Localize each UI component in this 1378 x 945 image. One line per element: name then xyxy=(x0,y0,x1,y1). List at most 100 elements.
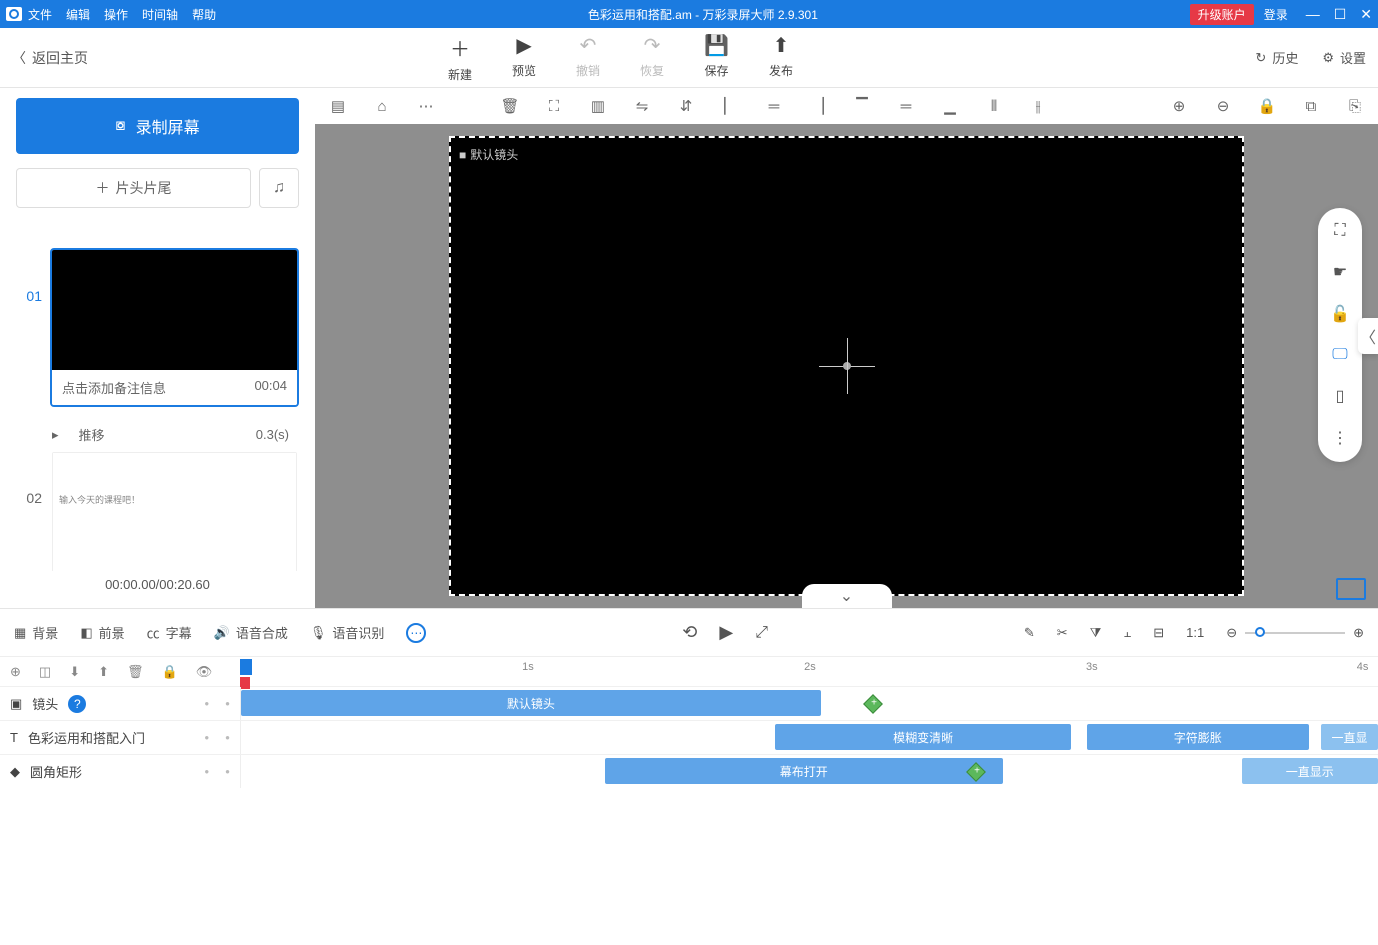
expand-button[interactable]: ⤢ xyxy=(755,624,768,642)
zoom-in-button[interactable]: ⊕ xyxy=(1170,97,1188,115)
download-icon[interactable]: ⬇ xyxy=(69,664,80,680)
tool-align-l[interactable]: ▏ xyxy=(721,97,739,115)
mobile-icon[interactable]: ▯ xyxy=(1336,386,1345,406)
tool-align-b[interactable]: ▁ xyxy=(941,97,959,115)
fullscreen-icon[interactable]: ⛶ xyxy=(1334,222,1345,240)
add-track-icon[interactable]: ⊕ xyxy=(10,664,21,680)
tool-align-left[interactable]: ▤ xyxy=(329,97,347,115)
pointer-icon[interactable]: ☛ xyxy=(1333,262,1347,282)
transition-row[interactable]: ▸推移0.3(s) xyxy=(16,419,299,450)
tool-flip-v[interactable]: ⇵ xyxy=(677,97,695,115)
menu-edit[interactable]: 编辑 xyxy=(66,6,90,23)
expand-down-button[interactable]: ⌄ xyxy=(802,584,892,608)
play-button[interactable]: ▶ xyxy=(719,622,733,643)
minimize-button[interactable]: ― xyxy=(1306,6,1320,23)
cut-icon[interactable]: ✂ xyxy=(1057,625,1068,641)
keyframe-dot[interactable]: ● xyxy=(204,733,209,742)
menu-action[interactable]: 操作 xyxy=(104,6,128,23)
action-新建[interactable]: ＋新建 xyxy=(448,33,472,83)
paste-button[interactable]: ⎘ xyxy=(1346,98,1364,115)
menu-timeline[interactable]: 时间轴 xyxy=(142,6,178,23)
canvas-stage[interactable]: ■ 默认镜头 ⌄ xyxy=(315,124,1378,608)
asr-button[interactable]: 🎙语音识别 xyxy=(310,623,385,642)
intro-outro-button[interactable]: ＋ 片头片尾 xyxy=(16,168,251,208)
help-icon[interactable]: ? xyxy=(68,695,86,713)
zoom-out-button[interactable]: ⊖ xyxy=(1214,97,1232,115)
more-dots-icon[interactable]: ⋮ xyxy=(1332,428,1348,448)
zoom-out-icon[interactable]: ⊖ xyxy=(1226,625,1237,641)
login-button[interactable]: 登录 xyxy=(1264,6,1288,23)
timeline-clip[interactable]: 一直显 xyxy=(1321,724,1378,750)
upgrade-button[interactable]: 升级账户 xyxy=(1190,4,1254,25)
scene-note[interactable]: 点击添加备注信息 xyxy=(62,378,166,397)
trash-icon[interactable]: 🗑 xyxy=(127,664,144,680)
expand-right-button[interactable]: 〈 xyxy=(1358,318,1378,354)
keyframe-dot[interactable]: ● xyxy=(225,699,230,708)
action-保存[interactable]: 💾保存 xyxy=(704,33,729,83)
tool-dist-v[interactable]: ⫲ xyxy=(1029,98,1047,115)
keyframe-dot[interactable]: ● xyxy=(204,699,209,708)
tool-align-t[interactable]: ▔ xyxy=(853,97,871,115)
tool-home[interactable]: ⌂ xyxy=(373,98,391,115)
menu-file[interactable]: 文件 xyxy=(28,6,52,23)
tool-dist-h[interactable]: ⫴ xyxy=(985,98,1003,115)
track-content[interactable]: 模糊变清晰字符膨胀一直显 xyxy=(240,721,1378,754)
rewind-button[interactable]: ⟲ xyxy=(682,622,697,643)
tool-more[interactable]: ⋯ xyxy=(417,97,435,115)
menu-help[interactable]: 帮助 xyxy=(192,6,216,23)
zoom-in-icon[interactable]: ⊕ xyxy=(1353,625,1364,641)
tool-columns[interactable]: ▥ xyxy=(589,97,607,115)
scene-card[interactable]: 点击添加备注信息00:04 xyxy=(50,248,299,407)
music-button[interactable]: ♫ xyxy=(259,168,299,208)
tool-crop[interactable]: ⛶ xyxy=(545,98,563,115)
track-content[interactable]: 幕布打开 一直显示 xyxy=(240,755,1378,788)
timeline-ruler[interactable]: 1s2s3s4s xyxy=(240,657,1368,686)
add-keyframe-button[interactable] xyxy=(863,694,883,714)
bg-button[interactable]: ▦背景 xyxy=(14,623,58,642)
copy-button[interactable]: ⧉ xyxy=(1302,98,1320,115)
ratio-icon[interactable]: ⊟ xyxy=(1153,625,1164,641)
close-button[interactable]: ✕ xyxy=(1360,6,1372,23)
adjust-icon[interactable]: ⫠ xyxy=(1123,625,1131,641)
zoom-slider[interactable] xyxy=(1245,632,1345,634)
tool-align-c[interactable]: ═ xyxy=(765,98,783,115)
back-home-button[interactable]: 〈 返回主页 xyxy=(12,48,88,68)
tool-align-m[interactable]: ═ xyxy=(897,98,915,115)
timeline-clip[interactable]: 一直显示 xyxy=(1242,758,1378,784)
scene-card[interactable]: 输入今天的课程吧！ xyxy=(50,450,299,571)
playhead[interactable] xyxy=(240,659,252,689)
keyframe-dot[interactable]: ● xyxy=(204,767,209,776)
keyframe-dot[interactable]: ● xyxy=(225,767,230,776)
track-content[interactable]: 默认镜头 xyxy=(240,687,1378,720)
eye-icon[interactable]: 👁 xyxy=(196,664,213,680)
maximize-button[interactable]: ☐ xyxy=(1334,6,1347,23)
subtitle-button[interactable]: ㏄字幕 xyxy=(147,623,192,642)
tool-flip-h[interactable]: ⇋ xyxy=(633,97,651,115)
fit-icon[interactable]: 1:1 xyxy=(1186,625,1204,640)
record-screen-button[interactable]: ⧇ 录制屏幕 xyxy=(16,98,299,154)
camera-label-text: 默认镜头 xyxy=(470,146,518,163)
filter-icon[interactable]: ⧩ xyxy=(1090,625,1102,641)
timeline-clip[interactable]: 幕布打开 xyxy=(605,758,1003,784)
action-预览[interactable]: ▶预览 xyxy=(512,33,536,83)
history-button[interactable]: ↻ 历史 xyxy=(1255,48,1298,67)
tool-delete[interactable]: 🗑 xyxy=(501,97,519,115)
lock-button[interactable]: 🔒 xyxy=(1258,97,1276,115)
tool-align-r[interactable]: ▕ xyxy=(809,97,827,115)
upload-icon[interactable]: ⬆ xyxy=(98,664,109,680)
more-button[interactable]: ⋯ xyxy=(406,623,426,643)
folder-icon[interactable]: ◫ xyxy=(39,664,51,680)
edit-icon[interactable]: ✎ xyxy=(1024,625,1035,641)
monitor-icon[interactable]: 🖵 xyxy=(1332,346,1347,364)
timeline-clip[interactable]: 字符膨胀 xyxy=(1087,724,1309,750)
settings-button[interactable]: ⚙ 设置 xyxy=(1322,48,1366,67)
action-发布[interactable]: ⬆发布 xyxy=(769,33,793,83)
fg-button[interactable]: ◧前景 xyxy=(80,623,124,642)
timeline-clip[interactable]: 默认镜头 xyxy=(241,690,821,716)
unlock-icon[interactable]: 🔓 xyxy=(1330,304,1350,324)
tts-button[interactable]: 🔊语音合成 xyxy=(214,623,288,642)
keyframe-dot[interactable]: ● xyxy=(225,733,230,742)
track-name: 色彩运用和搭配入门 xyxy=(28,728,145,747)
timeline-clip[interactable]: 模糊变清晰 xyxy=(775,724,1071,750)
lock-track-icon[interactable]: 🔒 xyxy=(162,664,178,680)
